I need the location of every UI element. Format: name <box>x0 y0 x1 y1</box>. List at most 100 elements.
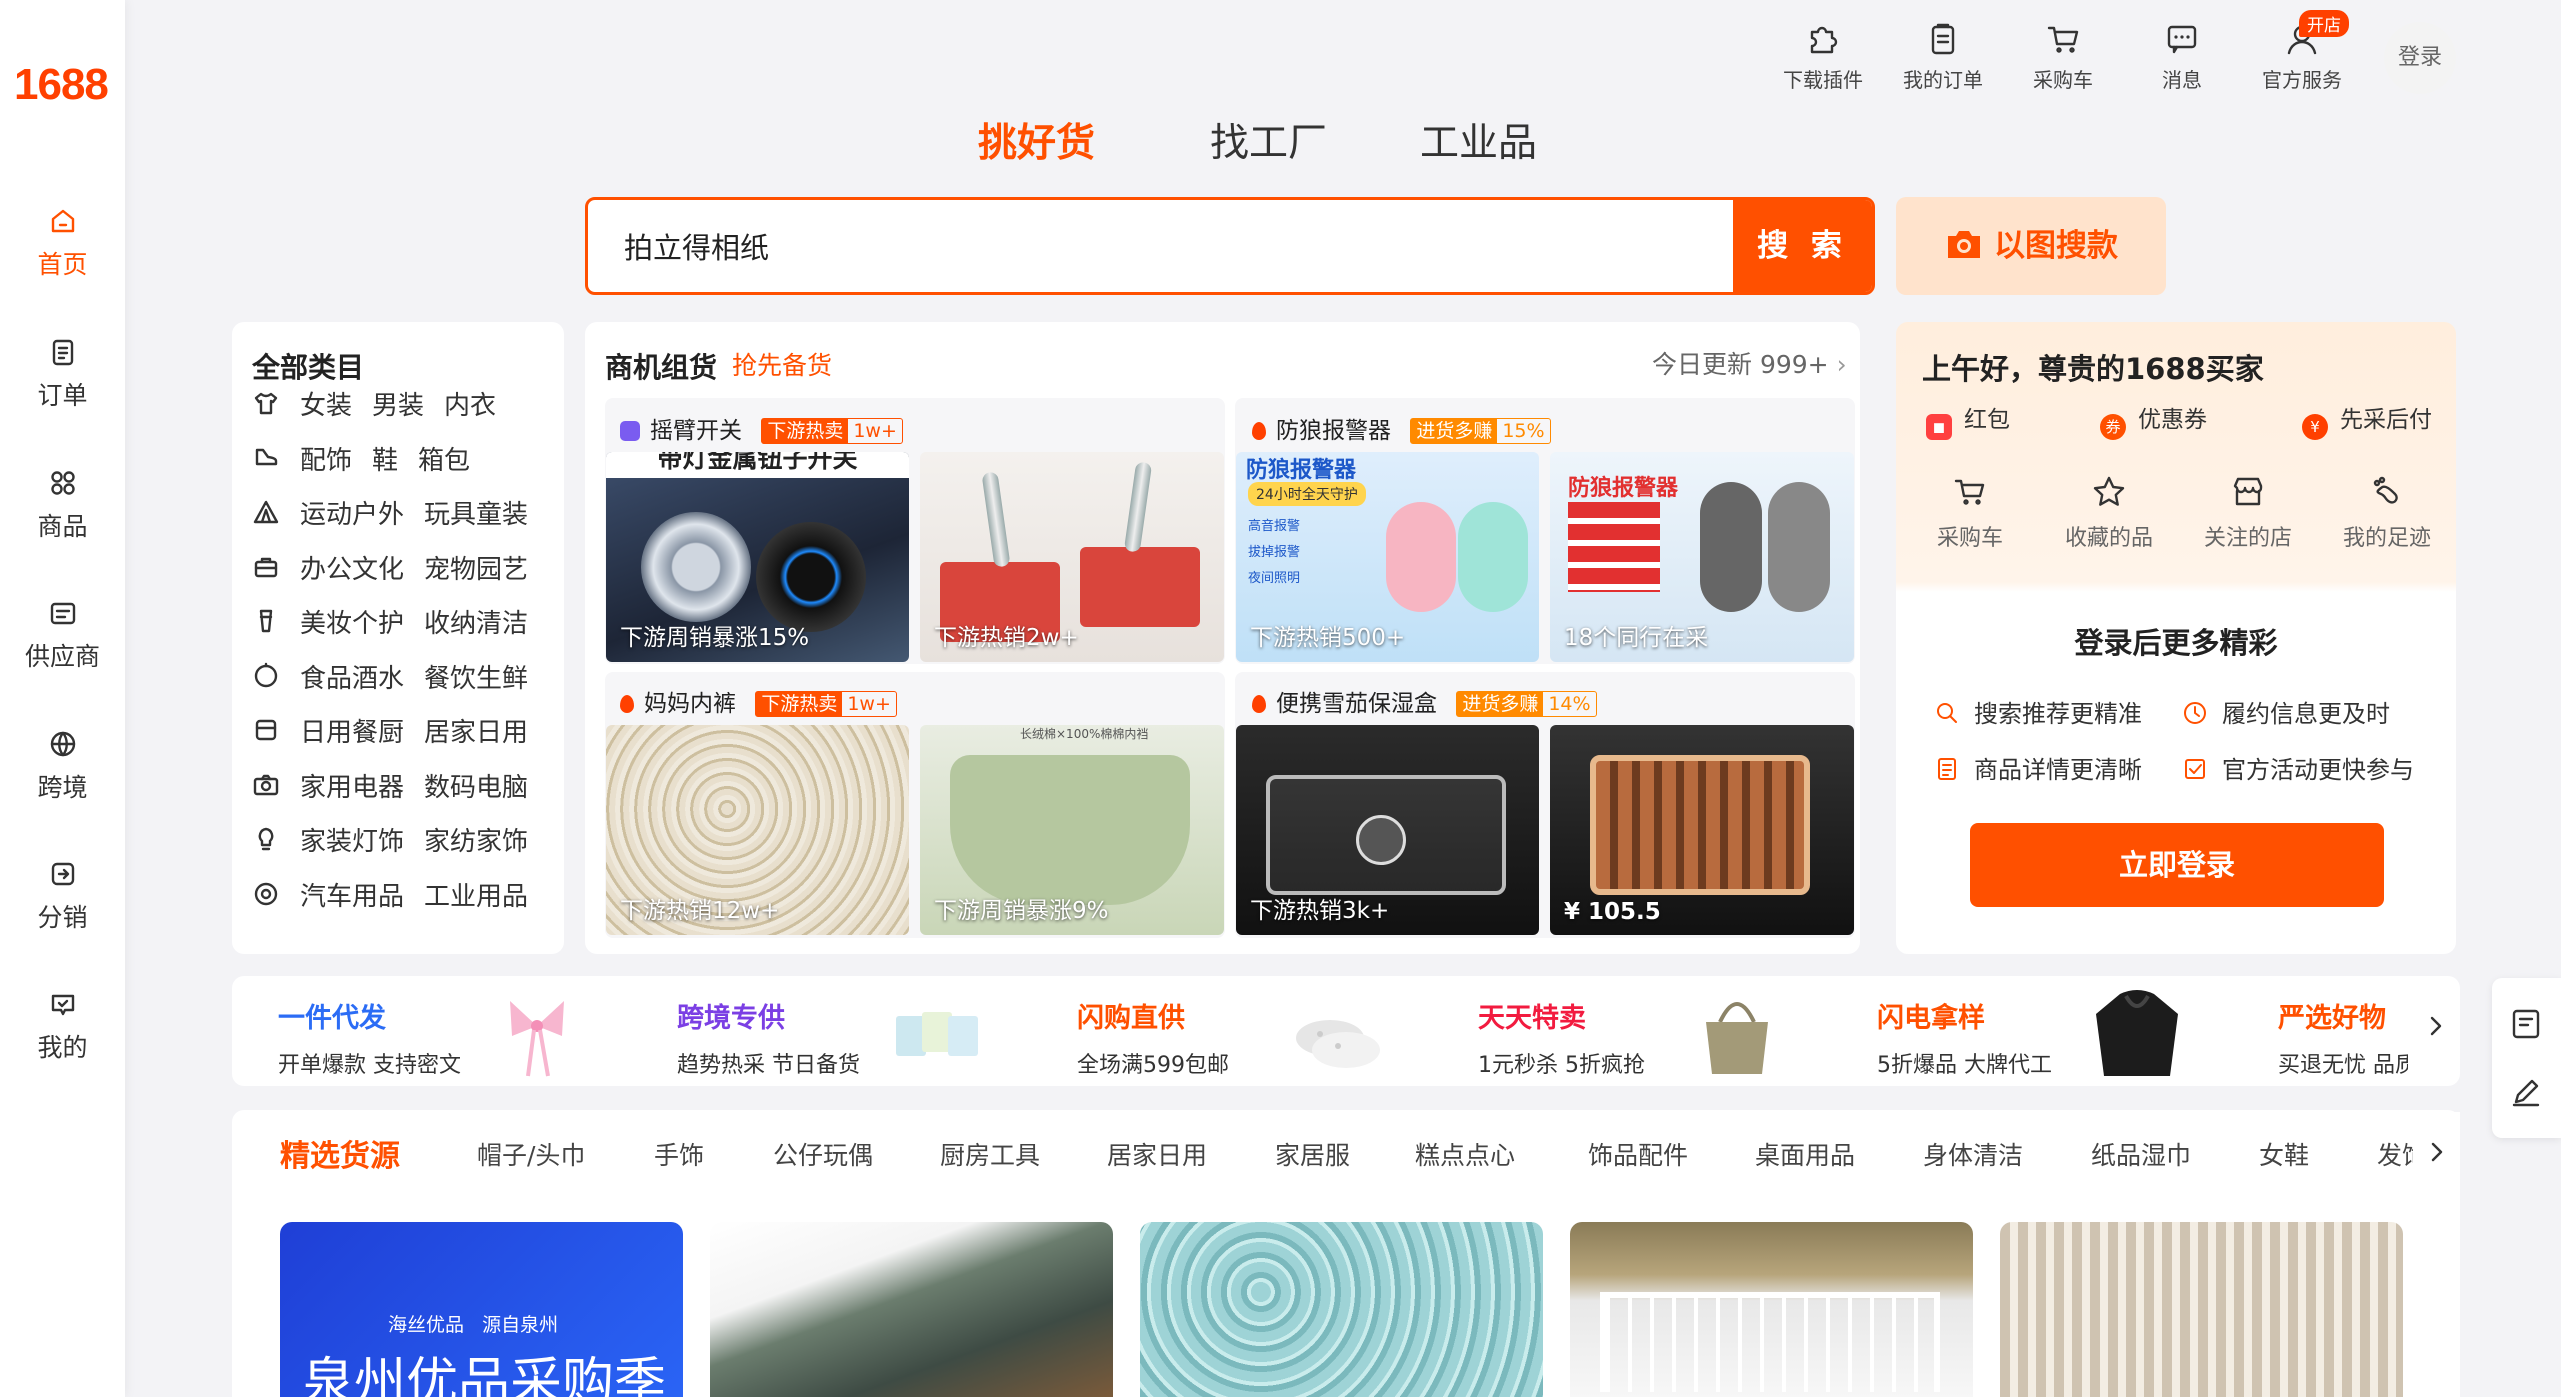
category-link[interactable]: 工业用品 <box>424 882 528 912</box>
perk-pay-later[interactable]: ¥ 先采后付 <box>2302 400 2432 440</box>
category-link[interactable]: 箱包 <box>418 446 470 476</box>
feature: 拔掉报警 <box>1248 545 1301 560</box>
hoodie-image <box>2096 990 2178 1076</box>
channel-3[interactable]: 天天特卖 1元秒杀 5折疯抢 <box>1478 996 1645 1079</box>
category-link[interactable]: 玩具童装 <box>424 500 528 530</box>
open-store-badge[interactable]: 开店 <box>2299 10 2349 37</box>
channel-4[interactable]: 闪电拿样 5折爆品 大牌代工 <box>1877 996 2052 1079</box>
category-tabs-next-button[interactable] <box>2415 1112 2460 1192</box>
category-link[interactable]: 居家日用 <box>424 718 528 748</box>
perk-red-packet[interactable]: ◼ 红包 <box>1926 400 2010 440</box>
tab-pick-goods[interactable]: 挑好货 <box>978 112 1095 168</box>
deal-group-header[interactable]: 便携雪茄保湿盒 进货多赚 14% <box>1252 684 1597 718</box>
channel-0[interactable]: 一件代发 开单爆款 支持密文 <box>278 996 461 1079</box>
category-tab[interactable]: 身体清洁 <box>1923 1136 2023 1172</box>
edit-icon[interactable] <box>2508 1074 2544 1110</box>
quick-followed-stores[interactable]: 关注的店 <box>2193 474 2303 552</box>
category-tab[interactable]: 发饰 <box>2377 1136 2413 1172</box>
tab-industrial[interactable]: 工业品 <box>1420 112 1537 168</box>
category-tab[interactable]: 公仔玩偶 <box>773 1136 873 1172</box>
category-link[interactable]: 家用电器 <box>300 773 404 803</box>
messages-button[interactable]: 消息 <box>2127 20 2237 93</box>
category-tab[interactable]: 糕点点心 <box>1415 1136 1515 1172</box>
site-logo[interactable]: 1688 <box>14 60 109 110</box>
category-tab[interactable]: 纸品湿巾 <box>2091 1136 2191 1172</box>
category-tab[interactable]: 饰品配件 <box>1588 1136 1688 1172</box>
product-card[interactable] <box>2000 1222 2403 1397</box>
tab-featured-sources[interactable]: 精选货源 <box>280 1131 400 1175</box>
category-link[interactable]: 配饰 <box>300 446 352 476</box>
product-card[interactable] <box>1570 1222 1973 1397</box>
deal-product-image[interactable]: 下游热销12w+ <box>606 725 909 935</box>
deal-group-header[interactable]: 摇臂开关 下游热卖 1w+ <box>620 411 903 445</box>
login-button[interactable]: 登录 <box>2384 22 2456 94</box>
download-plugin-button[interactable]: 下载插件 <box>1768 20 1878 93</box>
deals-subtitle[interactable]: 抢先备货 <box>732 346 832 382</box>
strip-next-button[interactable] <box>2424 1010 2448 1042</box>
deal-product-image[interactable]: ¥ 105.5 <box>1550 725 1854 935</box>
sidebar-item-suppliers[interactable]: 供应商 <box>0 597 125 697</box>
cart-icon <box>2047 26 2079 53</box>
category-link[interactable]: 日用餐厨 <box>300 718 404 748</box>
category-link[interactable]: 男装 <box>372 391 424 421</box>
category-link[interactable]: 收纳清洁 <box>424 609 528 639</box>
quick-footprints[interactable]: 我的足迹 <box>2332 474 2442 552</box>
sidebar-item-orders[interactable]: 订单 <box>0 336 125 436</box>
sidebar-item-crossborder[interactable]: 跨境 <box>0 728 125 828</box>
deal-product-image[interactable]: 带灯金属钮子开关 下游周销暴涨15% <box>606 452 909 662</box>
product-card-banner[interactable]: 海丝优品 源自泉州 泉州优品采购季 <box>280 1222 683 1397</box>
category-link[interactable]: 家装灯饰 <box>300 827 404 857</box>
category-link[interactable]: 办公文化 <box>300 555 404 585</box>
feedback-icon[interactable] <box>2508 1006 2544 1042</box>
sidebar-item-distribution[interactable]: 分销 <box>0 858 125 958</box>
deal-product-image[interactable]: 下游热销3k+ <box>1236 725 1539 935</box>
category-link[interactable]: 内衣 <box>444 391 496 421</box>
sidebar-item-mine[interactable]: 我的 <box>0 988 125 1088</box>
category-tab[interactable]: 女鞋 <box>2259 1136 2309 1172</box>
quick-favorites[interactable]: 收藏的品 <box>2054 474 2164 552</box>
store-icon <box>2233 477 2263 506</box>
cart-button[interactable]: 采购车 <box>2008 20 2118 93</box>
product-card[interactable] <box>710 1222 1113 1397</box>
category-link[interactable]: 食品酒水 <box>300 664 404 694</box>
deals-update-link[interactable]: 今日更新 999+ › <box>1652 345 1847 381</box>
category-tab[interactable]: 家居服 <box>1275 1136 1350 1172</box>
login-now-button[interactable]: 立即登录 <box>1970 823 2384 907</box>
deal-product-image[interactable]: 防狼报警器 18个同行在采 <box>1550 452 1854 662</box>
quick-cart[interactable]: 采购车 <box>1915 474 2025 552</box>
product-card[interactable] <box>1140 1222 1543 1397</box>
category-link[interactable]: 运动户外 <box>300 500 404 530</box>
channel-5[interactable]: 严选好物 买退无忧 品质 <box>2278 996 2408 1079</box>
deal-group-header[interactable]: 防狼报警器 进货多赚 15% <box>1252 411 1551 445</box>
sidebar-item-products[interactable]: 商品 <box>0 467 125 567</box>
channel-2[interactable]: 闪购直供 全场满599包邮 <box>1077 996 1229 1079</box>
category-link[interactable]: 宠物园艺 <box>424 555 528 585</box>
channel-desc: 5折爆品 大牌代工 <box>1877 1053 2052 1078</box>
category-link[interactable]: 鞋 <box>372 446 398 476</box>
channel-image <box>890 986 984 1080</box>
search-input[interactable] <box>588 200 1736 292</box>
category-link[interactable]: 汽车用品 <box>300 882 404 912</box>
deal-product-image[interactable]: 下游热销2w+ <box>920 452 1224 662</box>
channel-1[interactable]: 跨境专供 趋势热采 节日备货 <box>677 996 860 1079</box>
category-link[interactable]: 数码电脑 <box>424 773 528 803</box>
category-tab[interactable]: 帽子/头巾 <box>477 1136 585 1172</box>
category-link[interactable]: 家纺家饰 <box>424 827 528 857</box>
category-tab[interactable]: 居家日用 <box>1107 1136 1207 1172</box>
category-link[interactable]: 美妆个护 <box>300 609 404 639</box>
deal-product-image[interactable]: 长绒棉×100%棉棉内裆 下游周销暴涨9% <box>920 725 1224 935</box>
search-button[interactable]: 搜 索 <box>1733 200 1872 292</box>
category-link[interactable]: 餐饮生鲜 <box>424 664 528 694</box>
my-orders-button[interactable]: 我的订单 <box>1888 20 1998 93</box>
tab-find-factory[interactable]: 找工厂 <box>1210 112 1327 168</box>
category-link[interactable]: 女装 <box>300 391 352 421</box>
category-tab[interactable]: 手饰 <box>654 1136 704 1172</box>
wheel-icon <box>254 882 278 905</box>
image-search-button[interactable]: 以图搜款 <box>1896 197 2166 295</box>
deal-product-image[interactable]: 防狼报警器 24小时全天守护 高音报警 拔掉报警 夜间照明 下游热销500+ <box>1236 452 1539 662</box>
sidebar-item-home[interactable]: 首页 <box>0 205 125 305</box>
category-tab[interactable]: 桌面用品 <box>1755 1136 1855 1172</box>
category-tab[interactable]: 厨房工具 <box>940 1136 1040 1172</box>
perk-coupon[interactable]: 券优惠券 <box>2100 400 2207 440</box>
deal-group-header[interactable]: 妈妈内裤 下游热卖 1w+ <box>620 684 897 718</box>
